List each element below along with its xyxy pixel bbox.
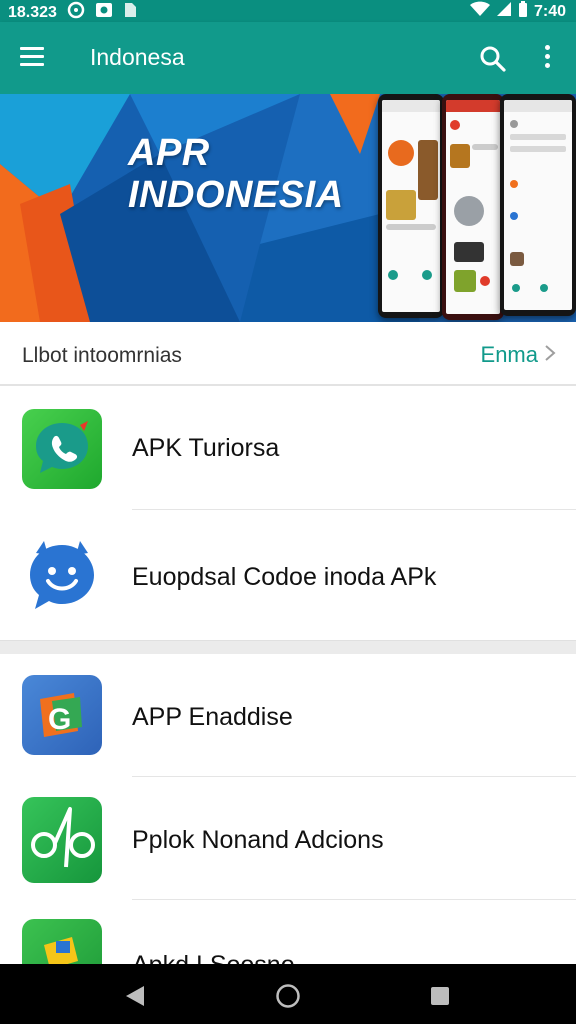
list-item-label: APP Enaddise [132, 703, 293, 731]
sync-icon [67, 1, 85, 24]
chevron-right-icon [544, 342, 556, 368]
banner-title-line1: APR [128, 132, 210, 174]
scissors-app-icon [22, 797, 102, 883]
list-item-label: Euopdsal Codoe inoda APk [132, 563, 437, 591]
list-item-label: Apkd I Soosno [132, 951, 295, 964]
phone-mockup-3 [500, 94, 576, 316]
list-item[interactable]: Pplok Nonand Adcions [0, 778, 576, 900]
divider [132, 776, 576, 777]
phone-mockup-2 [442, 94, 504, 320]
section-more-link[interactable]: Enma [481, 342, 556, 368]
list-item[interactable]: APK Turiorsa [0, 388, 576, 510]
status-bar: 18.323 7:40 [0, 0, 576, 22]
app-title: Indonesa [90, 44, 185, 70]
list-item[interactable]: G APP Enaddise [0, 655, 576, 777]
list-item-label: Pplok Nonand Adcions [132, 826, 384, 854]
promo-banner[interactable]: APR INDONESIA [0, 94, 576, 322]
list-item-label: APK Turiorsa [132, 434, 280, 462]
divider [132, 899, 576, 900]
home-icon[interactable] [274, 982, 302, 1010]
folder-app-icon [22, 919, 102, 964]
banner-title: APR INDONESIA [128, 132, 344, 216]
status-time-right: 7:40 [533, 2, 566, 20]
recents-icon[interactable] [426, 982, 454, 1010]
search-icon[interactable] [476, 42, 510, 76]
camera-icon [95, 2, 113, 23]
hamburger-menu-icon[interactable] [20, 44, 54, 74]
battery-icon [518, 1, 528, 22]
section-header: Llbot intoomrnias Enma [0, 322, 576, 386]
svg-text:G: G [48, 703, 71, 736]
phone-mockup-1 [378, 94, 444, 318]
list-item[interactable]: Apkd I Soosno [0, 901, 576, 964]
app-bar: Indonesa [0, 22, 576, 94]
section-title: Llbot intoomrnias [22, 344, 182, 367]
wifi-icon [469, 1, 490, 22]
sim-icon [123, 2, 137, 23]
banner-title-line2: INDONESIA [128, 174, 344, 216]
list-item[interactable]: Euopdsal Codoe inoda APk [0, 511, 576, 639]
section-divider [0, 640, 576, 654]
signal-icon [496, 1, 512, 22]
system-nav-bar [0, 964, 576, 1024]
smiley-chat-app-icon [22, 537, 102, 617]
status-time-left: 18.323 [8, 3, 57, 21]
g-logo-app-icon: G [22, 675, 102, 755]
section-more-label: Enma [480, 342, 538, 367]
phone-chat-app-icon [22, 409, 102, 489]
divider [132, 509, 576, 510]
back-icon[interactable] [122, 982, 150, 1010]
more-vert-icon[interactable] [532, 42, 562, 76]
